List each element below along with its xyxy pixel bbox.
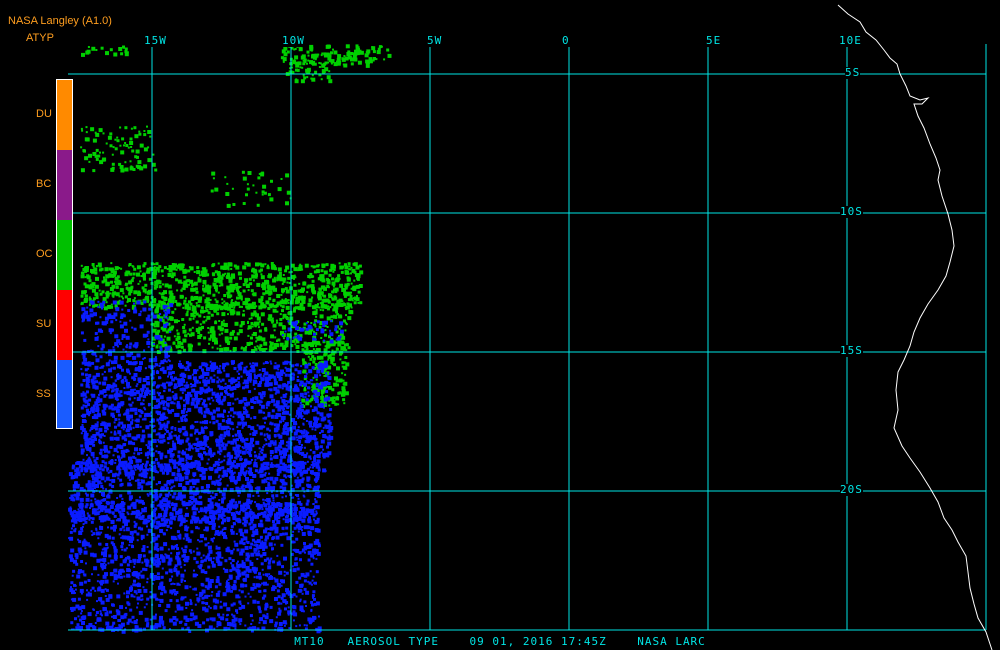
lon-label-10w: 10W [282, 34, 305, 47]
legend-swatch-ss [57, 360, 72, 428]
lat-label-20s: 20S [840, 483, 863, 496]
oc-region [80, 125, 158, 173]
lat-label-15s: 15S [840, 344, 863, 357]
legend-swatch-su [57, 290, 72, 360]
aerosol-type-legend [56, 79, 73, 429]
lat-label-10s: 10S [840, 205, 863, 218]
source-label: NASA Langley (A1.0) [8, 15, 112, 27]
legend-swatch-du [57, 80, 72, 150]
oc-region [285, 60, 333, 84]
ss-region [80, 360, 334, 474]
oc-region [81, 45, 129, 57]
aerosol-pixels [68, 44, 392, 634]
lon-label-0: 0 [562, 34, 570, 47]
legend-label-bc: BC [36, 178, 52, 190]
legend-label-ss: SS [36, 388, 51, 400]
lat-label-5s: 5S [845, 66, 861, 79]
lon-label-5e: 5E [706, 34, 722, 47]
lon-label-15w: 15W [144, 34, 167, 47]
product-label: ATYP [26, 32, 54, 44]
lon-label-5w: 5W [427, 34, 443, 47]
lon-label-10e: 10E [839, 34, 862, 47]
legend-swatch-bc [57, 150, 72, 220]
map-view: NASA Langley (A1.0) ATYP DU BC OC SU SS … [0, 0, 1000, 650]
map-canvas [68, 4, 993, 650]
legend-label-su: SU [36, 318, 52, 330]
legend-label-oc: OC [36, 248, 53, 260]
map-caption: MT10 AEROSOL TYPE 09 01, 2016 17:45Z NAS… [294, 635, 706, 648]
oc-region [210, 170, 292, 208]
legend-label-du: DU [36, 108, 52, 120]
coastline [837, 4, 993, 650]
legend-swatch-oc [57, 220, 72, 290]
